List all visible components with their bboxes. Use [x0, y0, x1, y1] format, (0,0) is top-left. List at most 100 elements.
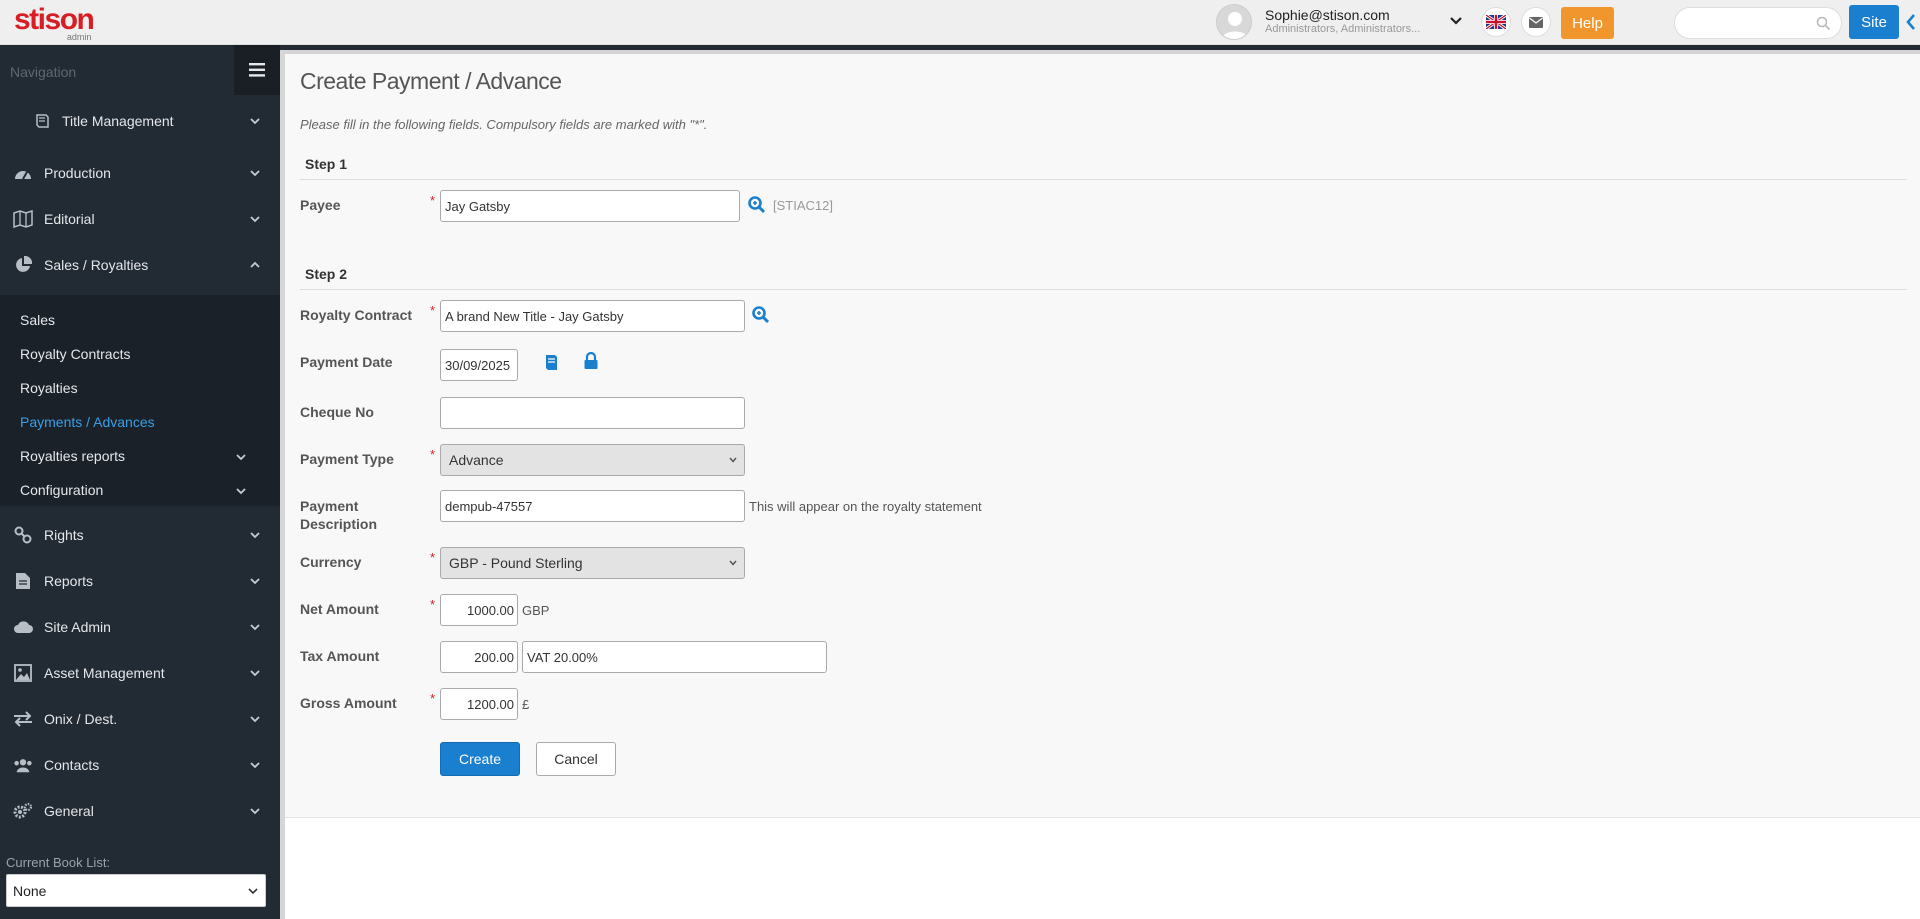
sidebar-item-site-admin[interactable]: Site Admin: [0, 607, 280, 647]
chevron-down-icon: [250, 170, 260, 177]
required-marker: *: [430, 597, 436, 612]
chevron-down-icon: [236, 488, 246, 495]
submenu-item-royalties-reports[interactable]: Royalties reports: [20, 448, 125, 464]
gross-amount-input[interactable]: 1200.00: [440, 688, 518, 720]
submenu-item-payments-advances[interactable]: Payments / Advances: [20, 414, 155, 430]
dashboard-icon: [13, 163, 33, 183]
avatar[interactable]: [1216, 4, 1252, 40]
create-button[interactable]: Create: [440, 742, 520, 776]
payee-label: Payee: [300, 197, 341, 213]
submenu-item-royalty-contracts[interactable]: Royalty Contracts: [20, 346, 130, 362]
tax-amount-input[interactable]: 200.00: [440, 641, 518, 673]
step-1-heading: Step 1: [305, 156, 348, 172]
required-marker: *: [430, 303, 436, 318]
payment-description-label-line2: Description: [300, 516, 378, 532]
sidebar-item-label: Editorial: [44, 211, 95, 227]
sidebar-item-sales-royalties[interactable]: Sales / Royalties: [0, 245, 280, 285]
search-icon[interactable]: [1816, 16, 1831, 31]
form-instructions: Please fill in the following fields. Com…: [300, 117, 708, 132]
sidebar-item-label: Production: [44, 165, 111, 181]
sidebar-item-onix-dest[interactable]: Onix / Dest.: [0, 699, 280, 739]
language-flag-button[interactable]: [1481, 7, 1511, 37]
sidebar-item-reports[interactable]: Reports: [0, 561, 280, 601]
cogs-icon: [13, 801, 33, 821]
submenu-item-configuration[interactable]: Configuration: [20, 482, 103, 498]
calendar-book-icon[interactable]: [543, 354, 559, 372]
chevron-down-icon: [250, 808, 260, 815]
required-marker: *: [430, 447, 436, 462]
chevron-down-icon: [236, 454, 246, 461]
top-bar: stison admin Sophie@stison.com Administr…: [0, 0, 1920, 45]
form-panel: [285, 54, 1920, 818]
sidebar-item-contacts[interactable]: Contacts: [0, 745, 280, 785]
chevron-down-icon: [250, 216, 260, 223]
sidebar-item-rights[interactable]: Rights: [0, 515, 280, 555]
sidebar-item-label: Title Management: [62, 113, 174, 129]
step-2-heading: Step 2: [305, 266, 348, 282]
sales-royalties-submenu: Sales Royalty Contracts Royalties Paymen…: [0, 295, 280, 506]
sidebar-item-label: General: [44, 803, 94, 819]
payment-date-input[interactable]: 30/09/2025: [440, 349, 518, 381]
sidebar-item-title-management[interactable]: Title Management: [0, 101, 280, 141]
payment-type-select[interactable]: Advance: [440, 444, 745, 476]
sidebar-item-label: Onix / Dest.: [44, 711, 118, 727]
menu-toggle-button[interactable]: [234, 45, 280, 95]
royalty-contract-input[interactable]: A brand New Title - Jay Gatsby: [440, 300, 745, 332]
help-button[interactable]: Help: [1561, 7, 1614, 39]
cancel-button[interactable]: Cancel: [536, 742, 616, 776]
net-amount-unit: GBP: [522, 603, 550, 618]
step-2-divider: [300, 289, 1907, 290]
net-amount-input[interactable]: 1000.00: [440, 594, 518, 626]
sidebar-item-asset-management[interactable]: Asset Management: [0, 653, 280, 693]
chevron-down-icon: [250, 670, 260, 677]
search-box: [1674, 7, 1842, 39]
chevron-down-icon: [250, 118, 260, 125]
currency-select[interactable]: GBP - Pound Sterling: [440, 547, 745, 579]
payee-input[interactable]: Jay Gatsby: [440, 190, 740, 222]
user-roles: Administrators, Administrators...: [1265, 23, 1421, 35]
chevron-down-icon: [248, 888, 258, 895]
link-icon: [13, 525, 33, 545]
chevron-up-icon: [250, 261, 260, 268]
image-icon: [13, 663, 33, 683]
currency-value: GBP - Pound Sterling: [449, 555, 583, 571]
search-icon[interactable]: [747, 195, 767, 215]
book-list-value: None: [13, 883, 47, 899]
sidebar-item-label: Site Admin: [44, 619, 111, 635]
sidebar-item-editorial[interactable]: Editorial: [0, 199, 280, 239]
search-input[interactable]: [1687, 14, 1807, 34]
logo[interactable]: stison admin: [14, 3, 95, 43]
submenu-item-royalties[interactable]: Royalties: [20, 380, 78, 396]
pie-chart-icon: [13, 255, 33, 275]
collapse-arrow-icon[interactable]: [1904, 10, 1918, 34]
payee-code: [STIAC12]: [773, 198, 833, 213]
chevron-down-icon: [729, 457, 737, 463]
messages-button[interactable]: [1521, 7, 1551, 37]
cheque-no-input[interactable]: [440, 397, 745, 429]
payment-description-label: Payment Description: [300, 497, 377, 533]
sidebar-item-general[interactable]: General: [0, 791, 280, 831]
map-icon: [13, 209, 33, 229]
sidebar-item-label: Contacts: [44, 757, 100, 773]
sidebar-item-production[interactable]: Production: [0, 153, 280, 193]
submenu-item-sales[interactable]: Sales: [20, 312, 55, 328]
chevron-down-icon: [250, 762, 260, 769]
chevron-down-icon[interactable]: [1446, 10, 1466, 30]
exchange-icon: [13, 709, 33, 729]
sidebar: Navigation Title Management Production E…: [0, 45, 280, 919]
required-marker: *: [430, 691, 436, 706]
currency-label: Currency: [300, 554, 362, 570]
nav-header: Navigation: [0, 45, 280, 97]
book-list-select[interactable]: None: [6, 874, 266, 907]
search-icon[interactable]: [751, 305, 771, 325]
chevron-down-icon: [729, 560, 737, 566]
users-icon: [13, 755, 33, 775]
tax-description-input[interactable]: VAT 20.00%: [522, 641, 827, 673]
logo-text: stison: [14, 3, 95, 36]
payment-description-input[interactable]: dempub-47557: [440, 490, 745, 522]
user-email[interactable]: Sophie@stison.com: [1265, 7, 1390, 23]
royalty-contract-label: Royalty Contract: [300, 307, 413, 323]
site-button[interactable]: Site: [1849, 5, 1899, 39]
payment-description-hint: This will appear on the royalty statemen…: [749, 499, 982, 514]
lock-icon[interactable]: [583, 352, 599, 370]
